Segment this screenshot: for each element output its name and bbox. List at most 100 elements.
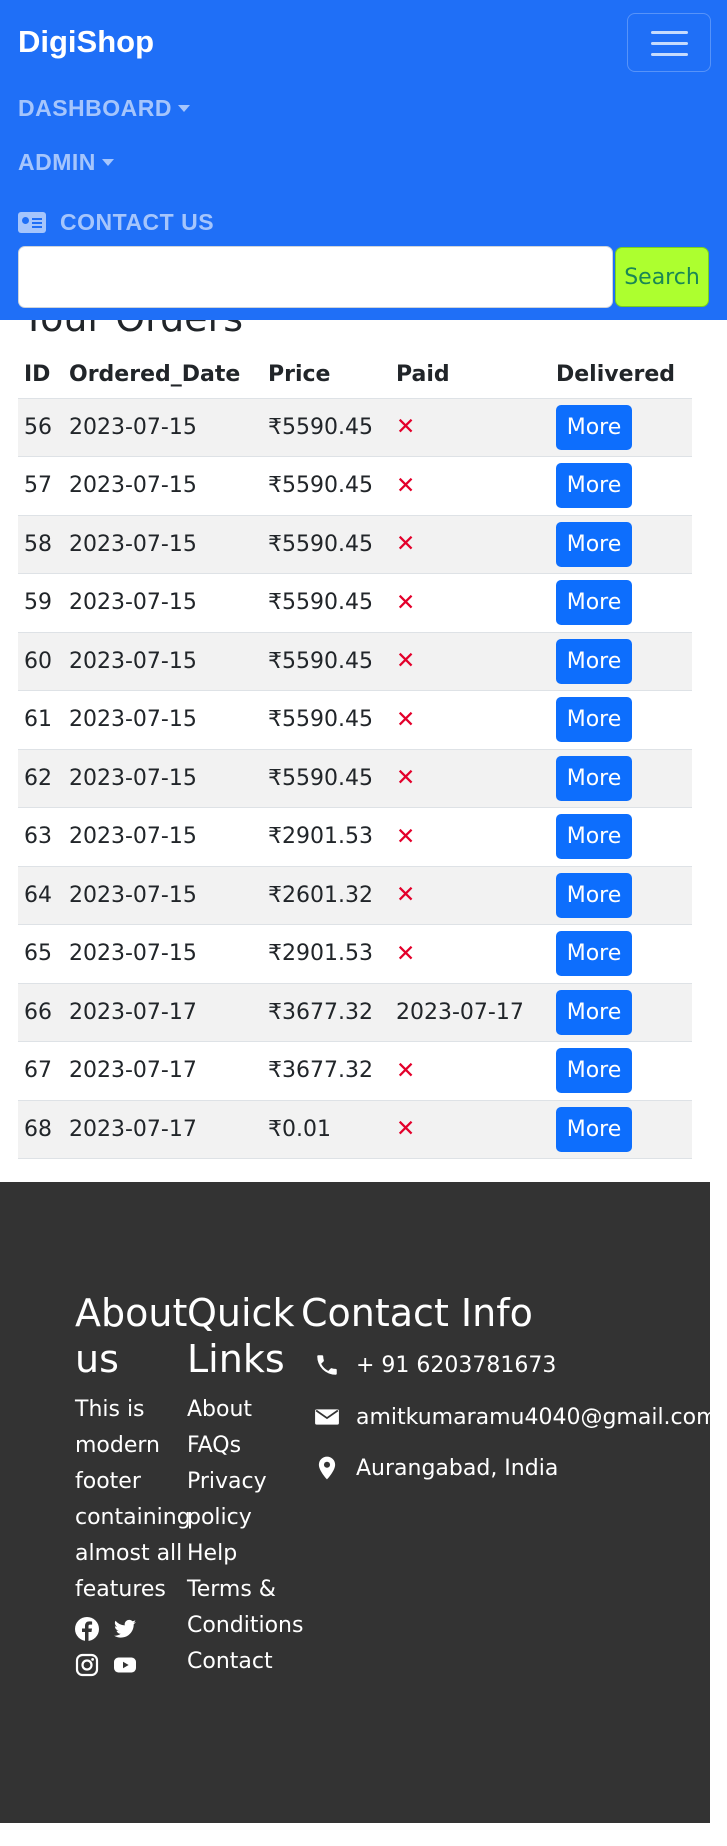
order-price-cell: ₹5590.45 bbox=[262, 632, 390, 691]
search-input[interactable] bbox=[18, 246, 613, 308]
order-price-cell: ₹5590.45 bbox=[262, 398, 390, 457]
order-paid-cell: ✕ bbox=[390, 1100, 550, 1159]
order-delivered-cell: More bbox=[550, 515, 692, 574]
more-button[interactable]: More bbox=[556, 1106, 632, 1152]
brand-logo[interactable]: DigiShop bbox=[18, 24, 154, 60]
more-button[interactable]: More bbox=[556, 872, 632, 918]
order-id-cell: 66 bbox=[18, 983, 63, 1042]
table-row: 57 2023-07-15 ₹5590.45 ✕ More bbox=[18, 456, 692, 516]
order-paid-cell: ✕ bbox=[390, 632, 550, 691]
footer-link-contact[interactable]: Contact bbox=[187, 1644, 307, 1680]
order-delivered-cell: More bbox=[550, 632, 692, 691]
more-button[interactable]: More bbox=[556, 989, 632, 1035]
nav-dashboard-dropdown[interactable]: DASHBOARD bbox=[18, 95, 190, 122]
twitter-icon[interactable] bbox=[113, 1617, 137, 1641]
table-row: 58 2023-07-15 ₹5590.45 ✕ More bbox=[18, 515, 692, 574]
nav-contact-label: CONTACT US bbox=[60, 209, 215, 235]
contact-email: amitkumaramu4040@gmail.com bbox=[314, 1404, 718, 1430]
order-id-cell: 64 bbox=[18, 866, 63, 925]
order-paid-cell: ✕ bbox=[390, 924, 550, 984]
more-button[interactable]: More bbox=[556, 521, 632, 567]
order-price-cell: ₹3677.32 bbox=[262, 983, 390, 1042]
footer-quick-links: About FAQs Privacy policy Help Terms & C… bbox=[187, 1392, 307, 1680]
more-button[interactable]: More bbox=[556, 404, 632, 450]
nav-dashboard-label: DASHBOARD bbox=[18, 95, 172, 121]
order-date-cell: 2023-07-15 bbox=[63, 690, 262, 750]
navbar-toggler[interactable] bbox=[627, 13, 711, 72]
footer-quick-links-title: Quick Links bbox=[187, 1291, 295, 1381]
unpaid-x-icon: ✕ bbox=[396, 472, 416, 499]
more-button[interactable]: More bbox=[556, 931, 632, 977]
unpaid-x-icon: ✕ bbox=[396, 414, 416, 441]
more-button[interactable]: More bbox=[556, 463, 632, 509]
footer-link-privacy[interactable]: Privacy policy bbox=[187, 1464, 307, 1536]
table-row: 63 2023-07-15 ₹2901.53 ✕ More bbox=[18, 807, 692, 867]
unpaid-x-icon: ✕ bbox=[396, 765, 416, 792]
unpaid-x-icon: ✕ bbox=[396, 706, 416, 733]
footer: About us Quick Links Contact Info This i… bbox=[0, 1182, 718, 1823]
order-price-cell: ₹2901.53 bbox=[262, 807, 390, 867]
phone-icon bbox=[317, 1355, 337, 1375]
nav-contact-link[interactable]: CONTACT US bbox=[18, 209, 214, 236]
order-date-cell: 2023-07-17 bbox=[63, 1100, 262, 1159]
order-date-cell: 2023-07-15 bbox=[63, 515, 262, 574]
location-icon bbox=[318, 1456, 336, 1480]
footer-link-about[interactable]: About bbox=[187, 1392, 307, 1428]
more-button[interactable]: More bbox=[556, 814, 632, 860]
footer-link-terms[interactable]: Terms & Conditions bbox=[187, 1572, 307, 1644]
unpaid-x-icon: ✕ bbox=[396, 823, 416, 850]
order-id-cell: 58 bbox=[18, 515, 63, 574]
order-date-cell: 2023-07-15 bbox=[63, 632, 262, 691]
table-row: 67 2023-07-17 ₹3677.32 ✕ More bbox=[18, 1041, 692, 1101]
more-button[interactable]: More bbox=[556, 580, 632, 626]
table-row: 60 2023-07-15 ₹5590.45 ✕ More bbox=[18, 632, 692, 691]
order-date-cell: 2023-07-15 bbox=[63, 456, 262, 516]
footer-link-help[interactable]: Help bbox=[187, 1536, 307, 1572]
column-header-id: ID bbox=[18, 352, 63, 399]
order-date-cell: 2023-07-17 bbox=[63, 1041, 262, 1101]
order-date-cell: 2023-07-15 bbox=[63, 807, 262, 867]
more-button[interactable]: More bbox=[556, 638, 632, 684]
table-row: 66 2023-07-17 ₹3677.32 2023-07-17 More bbox=[18, 983, 692, 1042]
order-price-cell: ₹5590.45 bbox=[262, 456, 390, 516]
order-id-cell: 62 bbox=[18, 749, 63, 808]
order-paid-cell: ✕ bbox=[390, 866, 550, 925]
unpaid-x-icon: ✕ bbox=[396, 1116, 416, 1143]
column-header-delivered: Delivered bbox=[550, 352, 692, 399]
order-price-cell: ₹0.01 bbox=[262, 1100, 390, 1159]
order-id-cell: 67 bbox=[18, 1041, 63, 1101]
nav-admin-dropdown[interactable]: ADMIN bbox=[18, 149, 114, 176]
order-delivered-cell: More bbox=[550, 1100, 692, 1159]
order-price-cell: ₹2601.32 bbox=[262, 866, 390, 925]
order-paid-cell: 2023-07-17 bbox=[390, 983, 550, 1042]
facebook-icon[interactable] bbox=[75, 1617, 99, 1641]
social-row-2 bbox=[75, 1653, 145, 1677]
more-button[interactable]: More bbox=[556, 755, 632, 801]
footer-about-text: This is modern footer containing almost … bbox=[75, 1397, 191, 1602]
column-header-paid: Paid bbox=[390, 352, 550, 399]
search-button[interactable]: Search bbox=[615, 247, 709, 307]
contact-phone-text: + 91 6203781673 bbox=[356, 1352, 557, 1378]
order-date-cell: 2023-07-15 bbox=[63, 573, 262, 633]
table-row: 56 2023-07-15 ₹5590.45 ✕ More bbox=[18, 398, 692, 457]
table-row: 62 2023-07-15 ₹5590.45 ✕ More bbox=[18, 749, 692, 808]
unpaid-x-icon: ✕ bbox=[396, 882, 416, 909]
youtube-icon[interactable] bbox=[113, 1653, 137, 1677]
order-delivered-cell: More bbox=[550, 924, 692, 984]
order-price-cell: ₹5590.45 bbox=[262, 515, 390, 574]
order-date-cell: 2023-07-15 bbox=[63, 866, 262, 925]
order-delivered-cell: More bbox=[550, 573, 692, 633]
order-delivered-cell: More bbox=[550, 983, 692, 1042]
navbar: DigiShop DASHBOARD ADMIN CONTACT US Sear… bbox=[0, 0, 727, 320]
order-delivered-cell: More bbox=[550, 690, 692, 750]
more-button[interactable]: More bbox=[556, 697, 632, 743]
table-row: 65 2023-07-15 ₹2901.53 ✕ More bbox=[18, 924, 692, 984]
instagram-icon[interactable] bbox=[75, 1653, 99, 1677]
order-paid-cell: ✕ bbox=[390, 573, 550, 633]
footer-link-faqs[interactable]: FAQs bbox=[187, 1428, 307, 1464]
order-id-cell: 56 bbox=[18, 398, 63, 457]
table-row: 64 2023-07-15 ₹2601.32 ✕ More bbox=[18, 866, 692, 925]
more-button[interactable]: More bbox=[556, 1048, 632, 1094]
order-price-cell: ₹3677.32 bbox=[262, 1041, 390, 1101]
contact-email-text[interactable]: amitkumaramu4040@gmail.com bbox=[356, 1405, 718, 1430]
